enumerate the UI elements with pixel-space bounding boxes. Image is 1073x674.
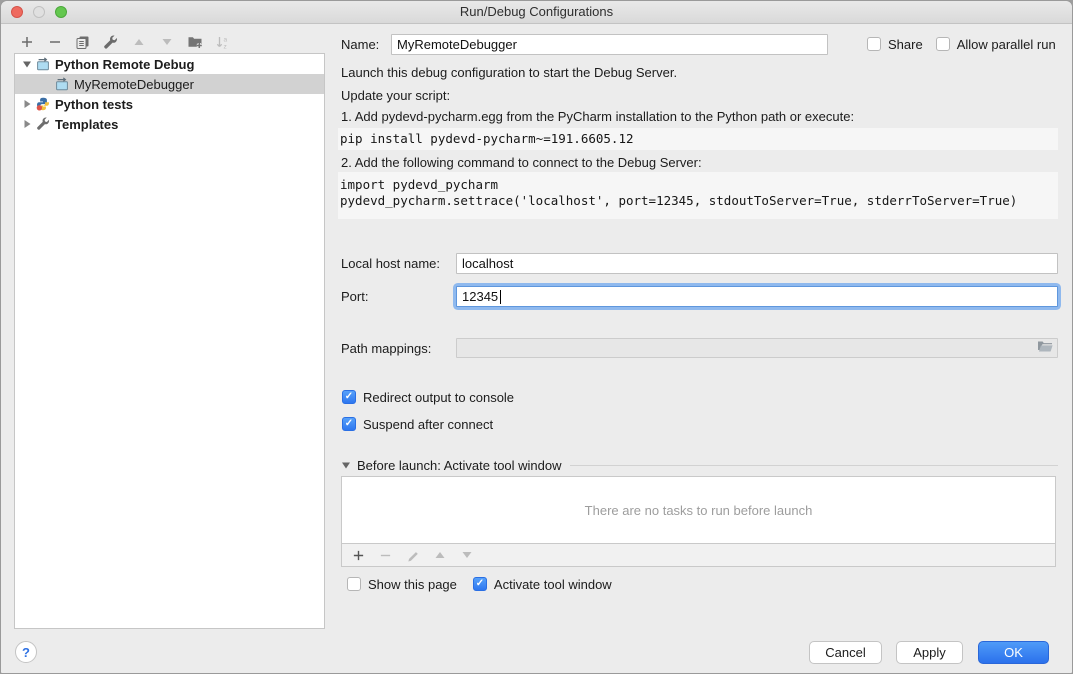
chevron-right-icon[interactable] <box>22 99 32 109</box>
name-label: Name: <box>341 37 391 52</box>
tree-item-templates[interactable]: Templates <box>15 114 324 134</box>
suspend-after-connect-label: Suspend after connect <box>363 417 493 432</box>
window-title: Run/Debug Configurations <box>1 4 1072 19</box>
open-folder-icon[interactable] <box>1037 340 1053 356</box>
move-task-up-button[interactable] <box>432 548 447 563</box>
remote-debug-config-icon <box>55 77 69 91</box>
tree-item-label: Python tests <box>55 97 133 112</box>
templates-wrench-icon <box>36 117 50 131</box>
move-down-icon <box>461 549 473 561</box>
local-host-input[interactable] <box>456 253 1058 274</box>
local-host-row: Local host name: <box>341 252 1058 274</box>
path-mappings-field[interactable] <box>456 338 1058 358</box>
move-down-button[interactable] <box>159 35 174 50</box>
local-host-label: Local host name: <box>341 256 456 271</box>
add-task-button[interactable] <box>351 548 366 563</box>
share-label: Share <box>888 37 923 52</box>
new-folder-icon <box>187 34 203 50</box>
help-icon: ? <box>22 645 30 660</box>
wrench-icon <box>103 35 118 50</box>
ok-button[interactable]: OK <box>978 641 1049 664</box>
pip-install-code: pip install pydevd-pycharm~=191.6605.12 <box>338 128 1058 150</box>
activate-tool-window-checkbox[interactable] <box>473 577 487 591</box>
move-down-icon <box>161 36 173 48</box>
apply-button[interactable]: Apply <box>896 641 963 664</box>
edit-task-button[interactable] <box>405 548 420 563</box>
redirect-output-label: Redirect output to console <box>363 390 514 405</box>
path-mappings-row: Path mappings: <box>341 337 1058 359</box>
configurations-tree: Python Remote Debug MyRemoteDebugger Pyt… <box>14 53 325 629</box>
name-input[interactable] <box>391 34 828 55</box>
show-this-page-label: Show this page <box>368 577 457 592</box>
settrace-code-line1: import pydevd_pycharm <box>340 177 1058 193</box>
redirect-output-row: Redirect output to console <box>342 389 514 405</box>
move-up-icon <box>434 549 446 561</box>
add-icon <box>20 35 34 49</box>
step1-text: 1. Add pydevd-pycharm.egg from the PyCha… <box>341 109 854 124</box>
port-row: Port: <box>341 284 1058 308</box>
remove-configuration-button[interactable] <box>47 35 62 50</box>
suspend-after-connect-checkbox[interactable] <box>342 417 356 431</box>
chevron-down-icon[interactable] <box>341 460 351 470</box>
add-icon <box>352 549 365 562</box>
svg-text:z: z <box>224 43 227 50</box>
title-bar: Run/Debug Configurations <box>1 1 1072 24</box>
sort-az-icon: az <box>215 35 230 50</box>
edit-templates-button[interactable] <box>103 35 118 50</box>
remove-icon <box>48 35 62 49</box>
step2-text: 2. Add the following command to connect … <box>341 155 702 170</box>
remove-icon <box>379 549 392 562</box>
pencil-icon <box>406 549 419 562</box>
name-row: Name: Share Allow parallel run <box>341 32 1064 56</box>
port-label: Port: <box>341 289 456 304</box>
move-task-down-button[interactable] <box>459 548 474 563</box>
before-launch-title: Before launch: Activate tool window <box>357 458 562 473</box>
sort-alphabetically-button[interactable]: az <box>215 35 230 50</box>
move-up-icon <box>133 36 145 48</box>
text-caret <box>500 290 501 304</box>
add-configuration-button[interactable] <box>19 35 34 50</box>
allow-parallel-run-label: Allow parallel run <box>957 37 1056 52</box>
update-script-text: Update your script: <box>341 88 450 103</box>
tree-item-python-tests[interactable]: Python tests <box>15 94 324 114</box>
settrace-code-line2: pydevd_pycharm.settrace('localhost', por… <box>340 193 1058 209</box>
configurations-toolbar: az <box>19 33 230 51</box>
before-launch-task-list[interactable]: There are no tasks to run before launch <box>341 476 1056 544</box>
tree-item-myremotedebugger[interactable]: MyRemoteDebugger <box>15 74 324 94</box>
tree-item-label: Templates <box>55 117 118 132</box>
show-this-page-checkbox[interactable] <box>347 577 361 591</box>
allow-parallel-run-checkbox[interactable] <box>936 37 950 51</box>
tree-item-label: Python Remote Debug <box>55 57 194 72</box>
before-launch-toolbar <box>341 544 1056 567</box>
python-tests-icon <box>36 97 50 111</box>
copy-configuration-button[interactable] <box>75 35 90 50</box>
activate-tool-window-label: Activate tool window <box>494 577 612 592</box>
intro-text: Launch this debug configuration to start… <box>341 65 677 80</box>
copy-icon <box>75 35 90 50</box>
run-debug-configurations-dialog: Run/Debug Configurations az <box>0 0 1073 674</box>
chevron-down-icon[interactable] <box>22 59 32 69</box>
redirect-output-checkbox[interactable] <box>342 390 356 404</box>
help-button[interactable]: ? <box>15 641 37 663</box>
suspend-after-connect-row: Suspend after connect <box>342 416 493 432</box>
cancel-button[interactable]: Cancel <box>809 641 882 664</box>
tree-item-label: MyRemoteDebugger <box>74 77 194 92</box>
remote-debug-config-icon <box>36 57 50 71</box>
chevron-right-icon[interactable] <box>22 119 32 129</box>
share-checkbox[interactable] <box>867 37 881 51</box>
path-mappings-label: Path mappings: <box>341 341 456 356</box>
before-launch-empty-text: There are no tasks to run before launch <box>585 503 813 518</box>
section-divider <box>570 465 1058 466</box>
settrace-code: import pydevd_pycharm pydevd_pycharm.set… <box>338 172 1058 219</box>
remove-task-button[interactable] <box>378 548 393 563</box>
move-up-button[interactable] <box>131 35 146 50</box>
tree-item-python-remote-debug[interactable]: Python Remote Debug <box>15 54 324 74</box>
port-input[interactable] <box>456 286 1058 307</box>
svg-text:a: a <box>224 36 228 43</box>
page-options-row: Show this page Activate tool window <box>347 576 612 592</box>
before-launch-header[interactable]: Before launch: Activate tool window <box>341 457 1058 473</box>
new-folder-button[interactable] <box>187 35 202 50</box>
